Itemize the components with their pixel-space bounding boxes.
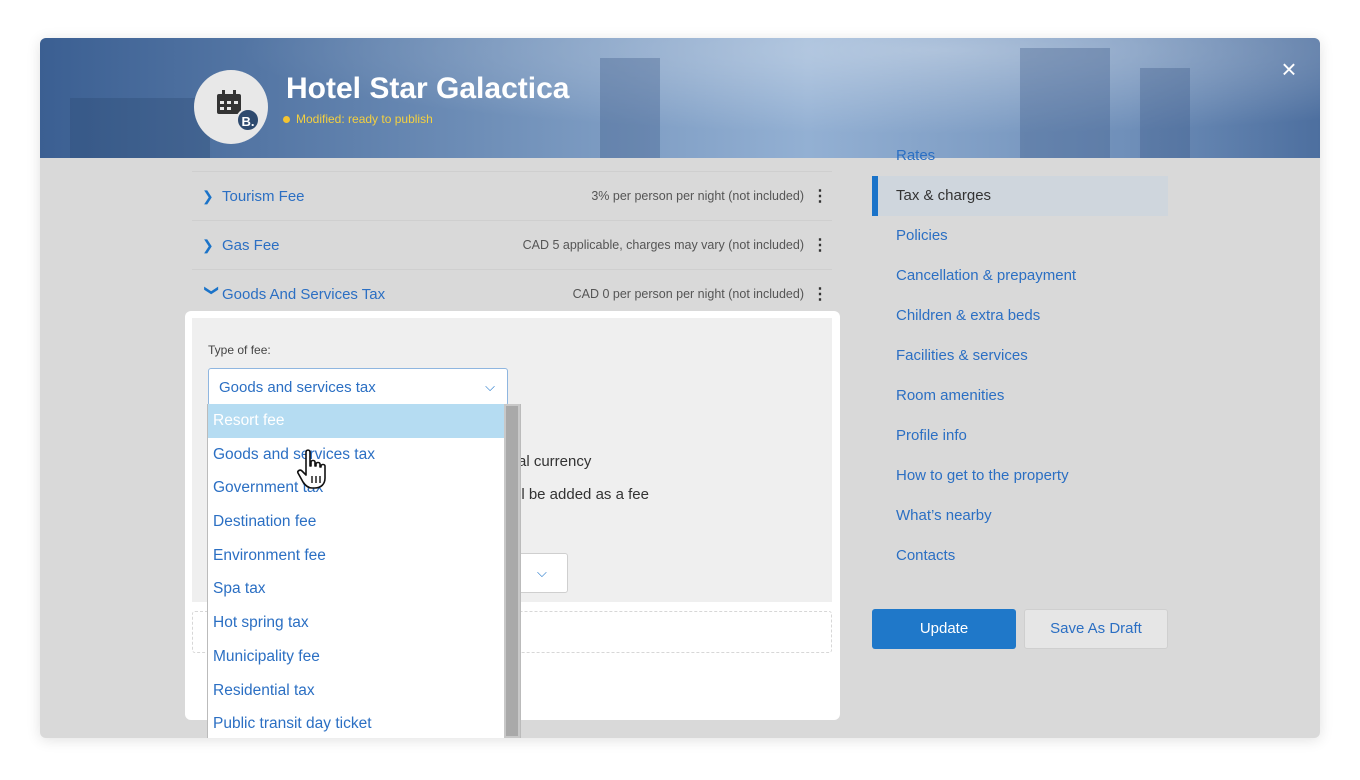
nav-item-directions[interactable]: How to get to the property [872, 456, 1168, 496]
dropdown-option[interactable]: Hot spring tax [208, 606, 505, 640]
update-button[interactable]: Update [872, 609, 1016, 649]
nav-item-nearby[interactable]: What’s nearby [872, 496, 1168, 536]
dropdown-option[interactable]: Public transit day ticket [208, 707, 505, 738]
fee-option-text: ll be added as a fee [518, 486, 649, 503]
kebab-menu-icon[interactable]: ⋮ [812, 284, 828, 304]
nav-item-rates[interactable]: Rates [872, 148, 1168, 164]
scrollbar-thumb[interactable] [506, 406, 518, 736]
fee-name: Goods And Services Tax [222, 285, 386, 303]
type-of-fee-select[interactable]: Goods and services tax ⌵ [208, 368, 508, 406]
status-dot [283, 115, 290, 123]
nav-item-policies[interactable]: Policies [872, 216, 1168, 256]
chevron-down-icon: ⌵ [485, 379, 495, 394]
fee-name: Gas Fee [222, 236, 280, 254]
publish-status: Modified: ready to publish [283, 112, 433, 126]
section-nav: Rates Tax & charges Policies Cancellatio… [872, 148, 1168, 576]
property-logo: B. [194, 70, 268, 144]
hotel-title: Hotel Star Galactica [286, 72, 570, 105]
close-icon[interactable]: × [1276, 56, 1302, 82]
chevron-right-icon: ❯ [202, 187, 214, 204]
currency-option-text: al currency [518, 453, 592, 470]
nav-item-children-beds[interactable]: Children & extra beds [872, 296, 1168, 336]
nav-item-cancellation[interactable]: Cancellation & prepayment [872, 256, 1168, 296]
save-draft-button[interactable]: Save As Draft [1024, 609, 1168, 649]
logo-badge: B. [236, 108, 260, 132]
dropdown-option[interactable]: Destination fee [208, 505, 505, 539]
fee-description: 3% per person per night (not included) [591, 189, 804, 203]
dropdown-scrollbar[interactable] [504, 404, 520, 738]
nav-item-contacts[interactable]: Contacts [872, 536, 1168, 576]
dropdown-option[interactable]: Government tax [208, 471, 505, 505]
fee-description: CAD 0 per person per night (not included… [572, 287, 804, 301]
fee-type-dropdown-list[interactable]: Resort fee Goods and services tax Govern… [207, 404, 521, 738]
fee-row-gas[interactable]: ❯ Gas Fee CAD 5 applicable, charges may … [192, 220, 832, 269]
type-of-fee-label: Type of fee: [208, 343, 271, 357]
nav-item-room-amenities[interactable]: Room amenities [872, 376, 1168, 416]
fee-name: Tourism Fee [222, 187, 305, 205]
dropdown-option[interactable]: Municipality fee [208, 640, 505, 674]
dropdown-option[interactable]: Resort fee [208, 404, 505, 438]
nav-item-profile-info[interactable]: Profile info [872, 416, 1168, 456]
status-text: Modified: ready to publish [296, 112, 433, 126]
fee-amount-select[interactable]: ⌵ [518, 553, 568, 593]
nav-item-facilities[interactable]: Facilities & services [872, 336, 1168, 376]
nav-item-tax-charges[interactable]: Tax & charges [872, 176, 1168, 216]
hand-pointer-icon [297, 449, 326, 489]
type-of-fee-value: Goods and services tax [219, 378, 376, 396]
kebab-menu-icon[interactable]: ⋮ [812, 186, 828, 206]
dropdown-option[interactable]: Residential tax [208, 674, 505, 708]
dropdown-option[interactable]: Spa tax [208, 572, 505, 606]
chevron-down-icon: ❯ [204, 284, 221, 296]
dropdown-option[interactable]: Environment fee [208, 539, 505, 573]
kebab-menu-icon[interactable]: ⋮ [812, 235, 828, 255]
hotel-banner: B. Hotel Star Galactica Modified: ready … [40, 38, 1320, 158]
dropdown-option[interactable]: Goods and services tax [208, 438, 505, 472]
chevron-right-icon: ❯ [202, 236, 214, 253]
fee-description: CAD 5 applicable, charges may vary (not … [522, 238, 804, 252]
chevron-down-icon: ⌵ [537, 565, 547, 580]
fee-row-tourism[interactable]: ❯ Tourism Fee 3% per person per night (n… [192, 171, 832, 220]
